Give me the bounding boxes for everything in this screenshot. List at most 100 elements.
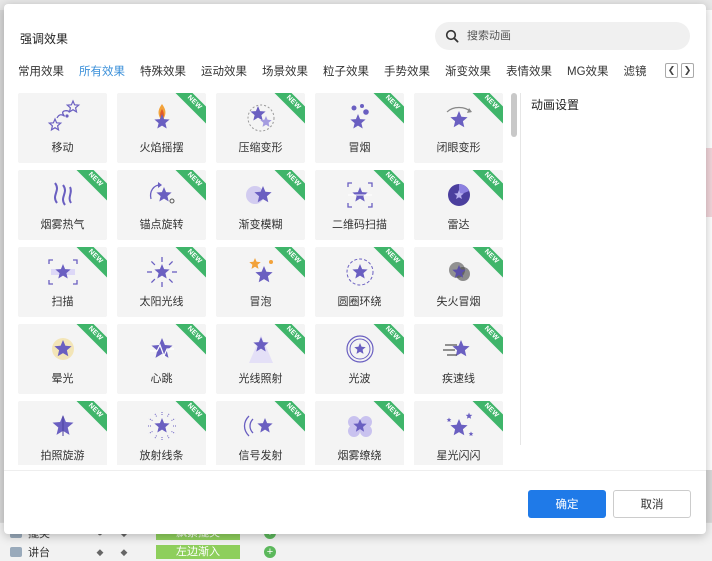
effect-label: 心跳 [150,373,173,385]
heat-smoke-icon [53,182,72,206]
effect-label: 烟雾热气 [40,219,85,231]
effect-card[interactable]: 渐变模糊 NEW [216,170,305,240]
tab-item[interactable]: 运动效果 [201,63,247,79]
effect-card[interactable]: 烟雾缭绕 NEW [315,401,404,465]
effect-label: 冒泡 [249,296,272,308]
effect-label: 锚点旋转 [139,219,184,231]
effects-grid: 移动 火焰摇摆 NEW 压缩变形 NEW 冒烟 NEW 闭眼变形 NEW 烟雾热气 NEW 锚点旋转 N… [18,93,508,465]
effect-label: 拍照旋游 [40,450,85,462]
image-layer-icon [10,547,22,557]
effect-label: 二维码扫描 [332,219,387,231]
effect-label: 扫描 [51,296,74,308]
timeline-row: 讲台 ◆ ◆ 左边渐入 + [0,543,712,561]
move-stars-icon [47,99,80,132]
effect-label: 压缩变形 [238,142,283,154]
tab-item[interactable]: 场景效果 [262,63,308,79]
effect-label: 太阳光线 [139,296,184,308]
photo-spin-icon [52,415,73,436]
effect-label: 信号发射 [238,450,283,462]
effect-card[interactable]: 冒泡 NEW [216,247,305,317]
effect-card[interactable]: 圆圈环绕 NEW [315,247,404,317]
effect-card[interactable]: 冒烟 NEW [315,93,404,163]
tab-item[interactable]: 滤镜 [624,63,647,79]
search-box[interactable] [435,22,690,50]
effect-label: 光线照射 [238,373,283,385]
effect-card[interactable]: 压缩变形 NEW [216,93,305,163]
smoke-star-icon [349,104,369,129]
effect-card[interactable]: 心跳 NEW [117,324,206,394]
dialog-title: 强调效果 [20,32,69,46]
blink-star-icon [446,106,472,128]
effect-label: 星光闪闪 [436,450,481,462]
tab-item[interactable]: 所有效果 [79,63,125,79]
heartbeat-star-icon [149,338,174,358]
effect-card[interactable]: 晕光 NEW [18,324,107,394]
tab-item[interactable]: MG效果 [567,63,609,79]
effect-card[interactable]: 雷达 NEW [414,170,503,240]
effect-preview [18,93,107,143]
effect-card[interactable]: 放射线条 NEW [117,401,206,465]
flame-star-icon [153,104,170,129]
diamond-icon: ◆ [96,546,104,557]
effect-label: 雷达 [447,219,470,231]
panel-divider [520,93,521,445]
tab-item[interactable]: 特殊效果 [140,63,186,79]
effect-label: 冒烟 [348,142,371,154]
halo-star-icon [51,338,74,360]
tab-item[interactable]: 手势效果 [384,63,430,79]
tab-item[interactable]: 表情效果 [506,63,552,79]
effect-card[interactable]: 火焰摇摆 NEW [117,93,206,163]
sparkle-star-icon [446,412,473,436]
effect-card[interactable]: 扫描 NEW [18,247,107,317]
effect-label: 移动 [51,142,74,154]
scan-icon [47,259,78,285]
tab-item[interactable]: 常用效果 [18,63,64,79]
tab-scroll-arrows: ❮ ❯ [665,63,694,78]
effect-card[interactable]: 信号发射 NEW [216,401,305,465]
effect-card[interactable]: 太阳光线 NEW [117,247,206,317]
sun-rays-icon [146,257,177,287]
confirm-button[interactable]: 确定 [528,490,606,518]
signal-emit-icon [243,415,273,437]
radar-icon [447,184,470,206]
chevron-left-icon[interactable]: ❮ [665,63,678,78]
search-input[interactable] [467,30,667,42]
effect-label: 闭眼变形 [436,142,481,154]
effect-card[interactable]: 移动 [18,93,107,163]
effect-card[interactable]: 失火冒烟 NEW [414,247,503,317]
qr-scan-icon [346,182,373,208]
chevron-right-icon[interactable]: ❯ [681,63,694,78]
effect-card[interactable]: 光波 NEW [315,324,404,394]
effect-card[interactable]: 疾速线 NEW [414,324,503,394]
fire-smoke-icon [448,262,470,281]
effect-card[interactable]: 二维码扫描 NEW [315,170,404,240]
effect-label: 火焰摇摆 [139,142,184,154]
tab-item[interactable]: 渐变效果 [445,63,491,79]
effect-card[interactable]: 闭眼变形 NEW [414,93,503,163]
effect-label: 疾速线 [442,373,475,385]
tab-item[interactable]: 粒子效果 [323,63,369,79]
effect-card[interactable]: 烟雾热气 NEW [18,170,107,240]
footer-divider [4,470,706,471]
search-icon [445,29,459,43]
timeline-bar[interactable]: 左边渐入 [156,545,240,559]
gradient-blur-icon [245,186,272,204]
effect-label: 圆圈环绕 [337,296,382,308]
effects-scrollbar[interactable] [511,93,517,137]
smoke-wrap-icon [347,416,372,437]
cancel-button[interactable]: 取消 [613,490,691,518]
circle-around-icon [346,258,373,286]
compress-star-icon [247,104,274,132]
effect-label: 晕光 [51,373,74,385]
light-wave-icon [345,335,374,363]
effect-card[interactable]: 锚点旋转 NEW [117,170,206,240]
anchor-rotate-icon [149,182,174,204]
timeline-row-label: 讲台 [28,547,50,559]
effect-card[interactable]: 拍照旋游 NEW [18,401,107,465]
bubble-star-icon [248,258,273,283]
category-tabs: 常用效果 所有效果 特殊效果 运动效果 场景效果 粒子效果 手势效果 渐变效果 表情效果 MG效果… [18,60,696,82]
effect-card[interactable]: 星光闪闪 NEW [414,401,503,465]
add-effect-icon[interactable]: + [264,546,276,558]
speed-lines-icon [442,340,470,357]
effect-card[interactable]: 光线照射 NEW [216,324,305,394]
